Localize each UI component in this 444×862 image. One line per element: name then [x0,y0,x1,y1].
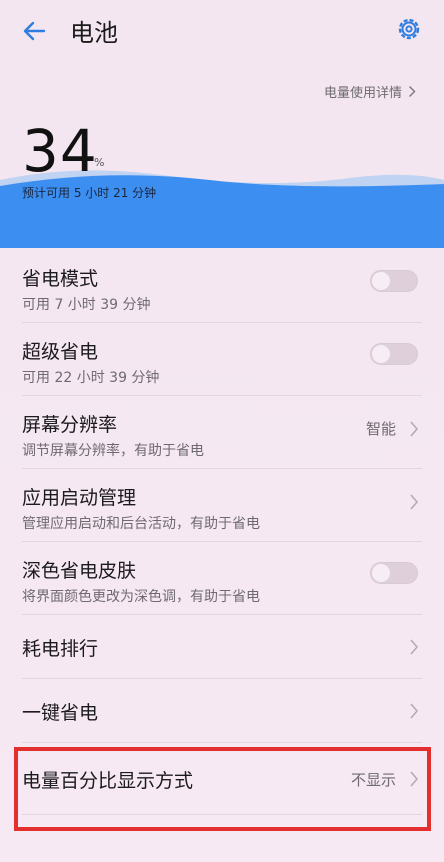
screen-resolution-row[interactable]: 屏幕分辨率 调节屏幕分辨率，有助于省电 智能 [22,396,422,469]
row-subtitle: 调节屏幕分辨率，有助于省电 [22,443,204,459]
back-arrow-icon[interactable] [18,14,52,48]
highlight-box [14,747,431,831]
toggle-knob [372,345,390,363]
row-title: 屏幕分辨率 [22,414,118,436]
page-title: 电池 [70,19,118,47]
battery-percent: 34 [22,117,98,185]
battery-settings-screen: 电池 电量使用详情 34 % 预计可用 5 小时 21 分钟 省电模式 可用 7… [0,0,444,862]
estimated-remaining-time: 预计可用 5 小时 21 分钟 [22,186,157,200]
toggle-knob [372,272,390,290]
dark-theme-toggle[interactable] [370,562,418,584]
settings-list: 省电模式 可用 7 小时 39 分钟 超级省电 可用 22 小时 39 分钟 屏… [0,250,444,815]
row-title: 应用启动管理 [22,487,137,509]
row-title: 深色省电皮肤 [22,560,137,582]
ultra-power-saving-toggle[interactable] [370,343,418,365]
chevron-right-icon [410,494,419,510]
app-bar: 电池 [0,0,444,62]
screen-resolution-value: 智能 [365,420,396,438]
chevron-right-icon [410,703,419,719]
chevron-right-icon [409,86,416,97]
row-title: 超级省电 [22,341,99,363]
toggle-knob [372,564,390,582]
row-subtitle: 可用 22 小时 39 分钟 [22,370,160,386]
power-saving-mode-toggle[interactable] [370,270,418,292]
row-title: 一键省电 [22,702,99,724]
ultra-power-saving-row[interactable]: 超级省电 可用 22 小时 39 分钟 [22,323,422,396]
row-title: 耗电排行 [22,638,99,660]
dark-theme-row[interactable]: 深色省电皮肤 将界面颜色更改为深色调，有助于省电 [22,542,422,615]
row-subtitle: 将界面颜色更改为深色调，有助于省电 [22,589,260,605]
power-consumption-ranking-row[interactable]: 耗电排行 [22,615,422,679]
percent-sign: % [94,156,105,169]
gear-icon[interactable] [394,14,424,44]
chevron-right-icon [410,421,419,437]
one-tap-optimize-row[interactable]: 一键省电 [22,679,422,743]
battery-usage-details-label: 电量使用详情 [323,86,402,101]
chevron-right-icon [410,639,419,655]
row-title: 省电模式 [22,268,99,290]
app-launch-management-row[interactable]: 应用启动管理 管理应用启动和后台活动，有助于省电 [22,469,422,542]
row-subtitle: 管理应用启动和后台活动，有助于省电 [22,516,260,532]
row-subtitle: 可用 7 小时 39 分钟 [22,297,151,313]
power-saving-mode-row[interactable]: 省电模式 可用 7 小时 39 分钟 [22,250,422,323]
battery-usage-details-link[interactable]: 电量使用详情 [324,82,416,101]
battery-level-panel: 34 % 预计可用 5 小时 21 分钟 [0,112,444,248]
